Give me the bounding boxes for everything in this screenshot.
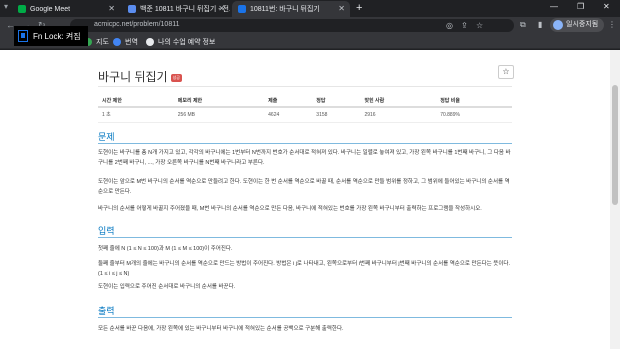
title-divider — [98, 86, 512, 87]
tab-label: 10811번: 바구니 뒤집기 — [250, 6, 320, 13]
col-submissions: 제출 — [264, 94, 313, 108]
tab-google-meet[interactable]: Google Meet ✕ — [12, 1, 120, 17]
table-row: 1 초 256 MB 4624 3158 2916 70.889% — [98, 107, 512, 123]
scrollbar-thumb[interactable] — [612, 85, 618, 205]
tab-blog[interactable]: 백준 10811 바구니 뒤집기 - 전... ✕ — [122, 1, 230, 17]
translate-icon — [113, 38, 121, 46]
input-paragraph: 둘째 줄부터 M개의 줄에는 바구니의 순서를 역순으로 만드는 방법이 주어진… — [98, 261, 510, 277]
bookmark-label: 번역 — [125, 39, 138, 46]
problem-title: 바구니 뒤집기 — [98, 70, 168, 84]
meet-icon — [18, 5, 26, 13]
col-ratio: 정답 비율 — [436, 94, 512, 108]
section-heading-output: 출력 — [98, 306, 115, 316]
maximize-icon[interactable]: ❐ — [577, 2, 584, 11]
bookmark-star-icon[interactable]: ☆ — [476, 21, 483, 30]
tab-label: Google Meet — [30, 5, 71, 13]
table-header-row: 시간 제한 메모리 제한 제출 정답 맞힌 사람 정답 비율 — [98, 94, 512, 108]
col-accepted: 정답 — [312, 94, 361, 108]
menu-icon[interactable]: ⋮ — [608, 20, 616, 29]
fn-lock-tooltip: Fn Lock: 켜짐 — [14, 26, 88, 46]
google-lens-icon[interactable]: ◎ — [446, 21, 453, 30]
star-icon: ☆ — [502, 67, 510, 76]
page-content: 바구니 뒤집기 성공 ☆ 시간 제한 메모리 제한 제출 정답 맞힌 사람 정답 … — [0, 50, 610, 349]
col-memory-limit: 메모리 제한 — [173, 94, 265, 108]
new-tab-button[interactable]: + — [356, 2, 362, 14]
url-text: acmicpc.net/problem/10811 — [94, 21, 180, 28]
input-paragraph: 첫째 줄에 N (1 ≤ N ≤ 100)과 M (1 ≤ M ≤ 100)이 … — [98, 246, 233, 252]
bookmark-translate[interactable]: 번역 — [113, 37, 138, 47]
section-divider — [98, 317, 512, 318]
close-icon[interactable]: ✕ — [338, 4, 345, 13]
fn-lock-label: Fn Lock: 켜짐 — [33, 31, 81, 41]
page-title: 바구니 뒤집기 성공 — [98, 68, 182, 85]
section-divider — [98, 237, 512, 238]
minimize-icon[interactable]: — — [550, 2, 558, 11]
bookmark-label: 지도 — [96, 39, 109, 46]
profile-button[interactable]: 일시중지됨 — [550, 18, 605, 32]
close-window-icon[interactable]: ✕ — [603, 2, 610, 11]
cell-solvers: 2916 — [360, 107, 437, 123]
tab-label: 백준 10811 바구니 뒤집기 - 전... — [140, 6, 230, 13]
cell-time-limit: 1 초 — [98, 107, 174, 123]
bookmark-label: 나의 수업 예약 정보 — [158, 39, 216, 46]
cell-ratio: 70.889% — [436, 107, 512, 123]
address-bar[interactable]: acmicpc.net/problem/10811 ◎ ⇪ ☆ — [70, 19, 514, 32]
stats-table: 시간 제한 메모리 제한 제출 정답 맞힌 사람 정답 비율 1 초 256 M… — [98, 94, 512, 123]
side-panel-icon[interactable]: ▮ — [538, 20, 542, 29]
bookmarks-bar: 지도 번역 나의 수업 예약 정보 — [0, 34, 620, 49]
browser-toolbar: ← → ↻ acmicpc.net/problem/10811 ◎ ⇪ ☆ ⧉ … — [0, 17, 620, 34]
bookmark-class-reservations[interactable]: 나의 수업 예약 정보 — [146, 37, 215, 47]
problem-paragraph: 도현이는 바구니를 총 N개 가지고 있고, 각각의 바구니에는 1번부터 N번… — [98, 150, 511, 166]
col-solvers: 맞힌 사람 — [360, 94, 437, 108]
problem-paragraph: 도현이는 앞으로 M번 바구니의 순서를 역순으로 만들려고 한다. 도현이는 … — [98, 179, 510, 195]
blog-icon — [128, 5, 136, 13]
cell-memory-limit: 256 MB — [173, 107, 265, 123]
extensions-icon[interactable]: ⧉ — [520, 20, 526, 30]
tab-search-icon[interactable]: ▾ — [4, 2, 8, 11]
tab-bar: ▾ Google Meet ✕ 백준 10811 바구니 뒤집기 - 전... … — [0, 0, 620, 17]
fn-lock-icon — [18, 30, 28, 42]
globe-icon — [146, 38, 154, 46]
avatar — [553, 20, 563, 30]
baekjoon-icon — [238, 5, 246, 13]
input-paragraph: 도현이는 입력으로 주어진 순서대로 바구니의 순서를 바꾼다. — [98, 284, 236, 290]
cell-accepted: 3158 — [312, 107, 361, 123]
profile-label: 일시중지됨 — [566, 21, 599, 28]
output-paragraph: 모든 순서를 바꾼 다음에, 가장 왼쪽에 있는 바구니부터 바구니에 적혀있는… — [98, 326, 344, 332]
favorite-button[interactable]: ☆ — [498, 65, 514, 79]
col-time-limit: 시간 제한 — [98, 94, 174, 108]
tab-baekjoon[interactable]: 10811번: 바구니 뒤집기 ✕ — [232, 1, 350, 17]
page-scrollbar[interactable] — [610, 50, 620, 349]
section-divider — [98, 143, 512, 144]
cell-submissions: 4624 — [264, 107, 313, 123]
status-badge: 성공 — [170, 73, 182, 82]
problem-paragraph: 바구니의 순서를 어떻게 바꿀지 주어졌을 때, M번 바구니의 순서를 역순으… — [98, 206, 482, 212]
section-heading-problem: 문제 — [98, 132, 115, 142]
section-heading-input: 입력 — [98, 226, 115, 236]
close-icon[interactable]: ✕ — [108, 4, 115, 13]
close-icon[interactable]: ✕ — [218, 4, 225, 13]
share-icon[interactable]: ⇪ — [461, 21, 468, 30]
